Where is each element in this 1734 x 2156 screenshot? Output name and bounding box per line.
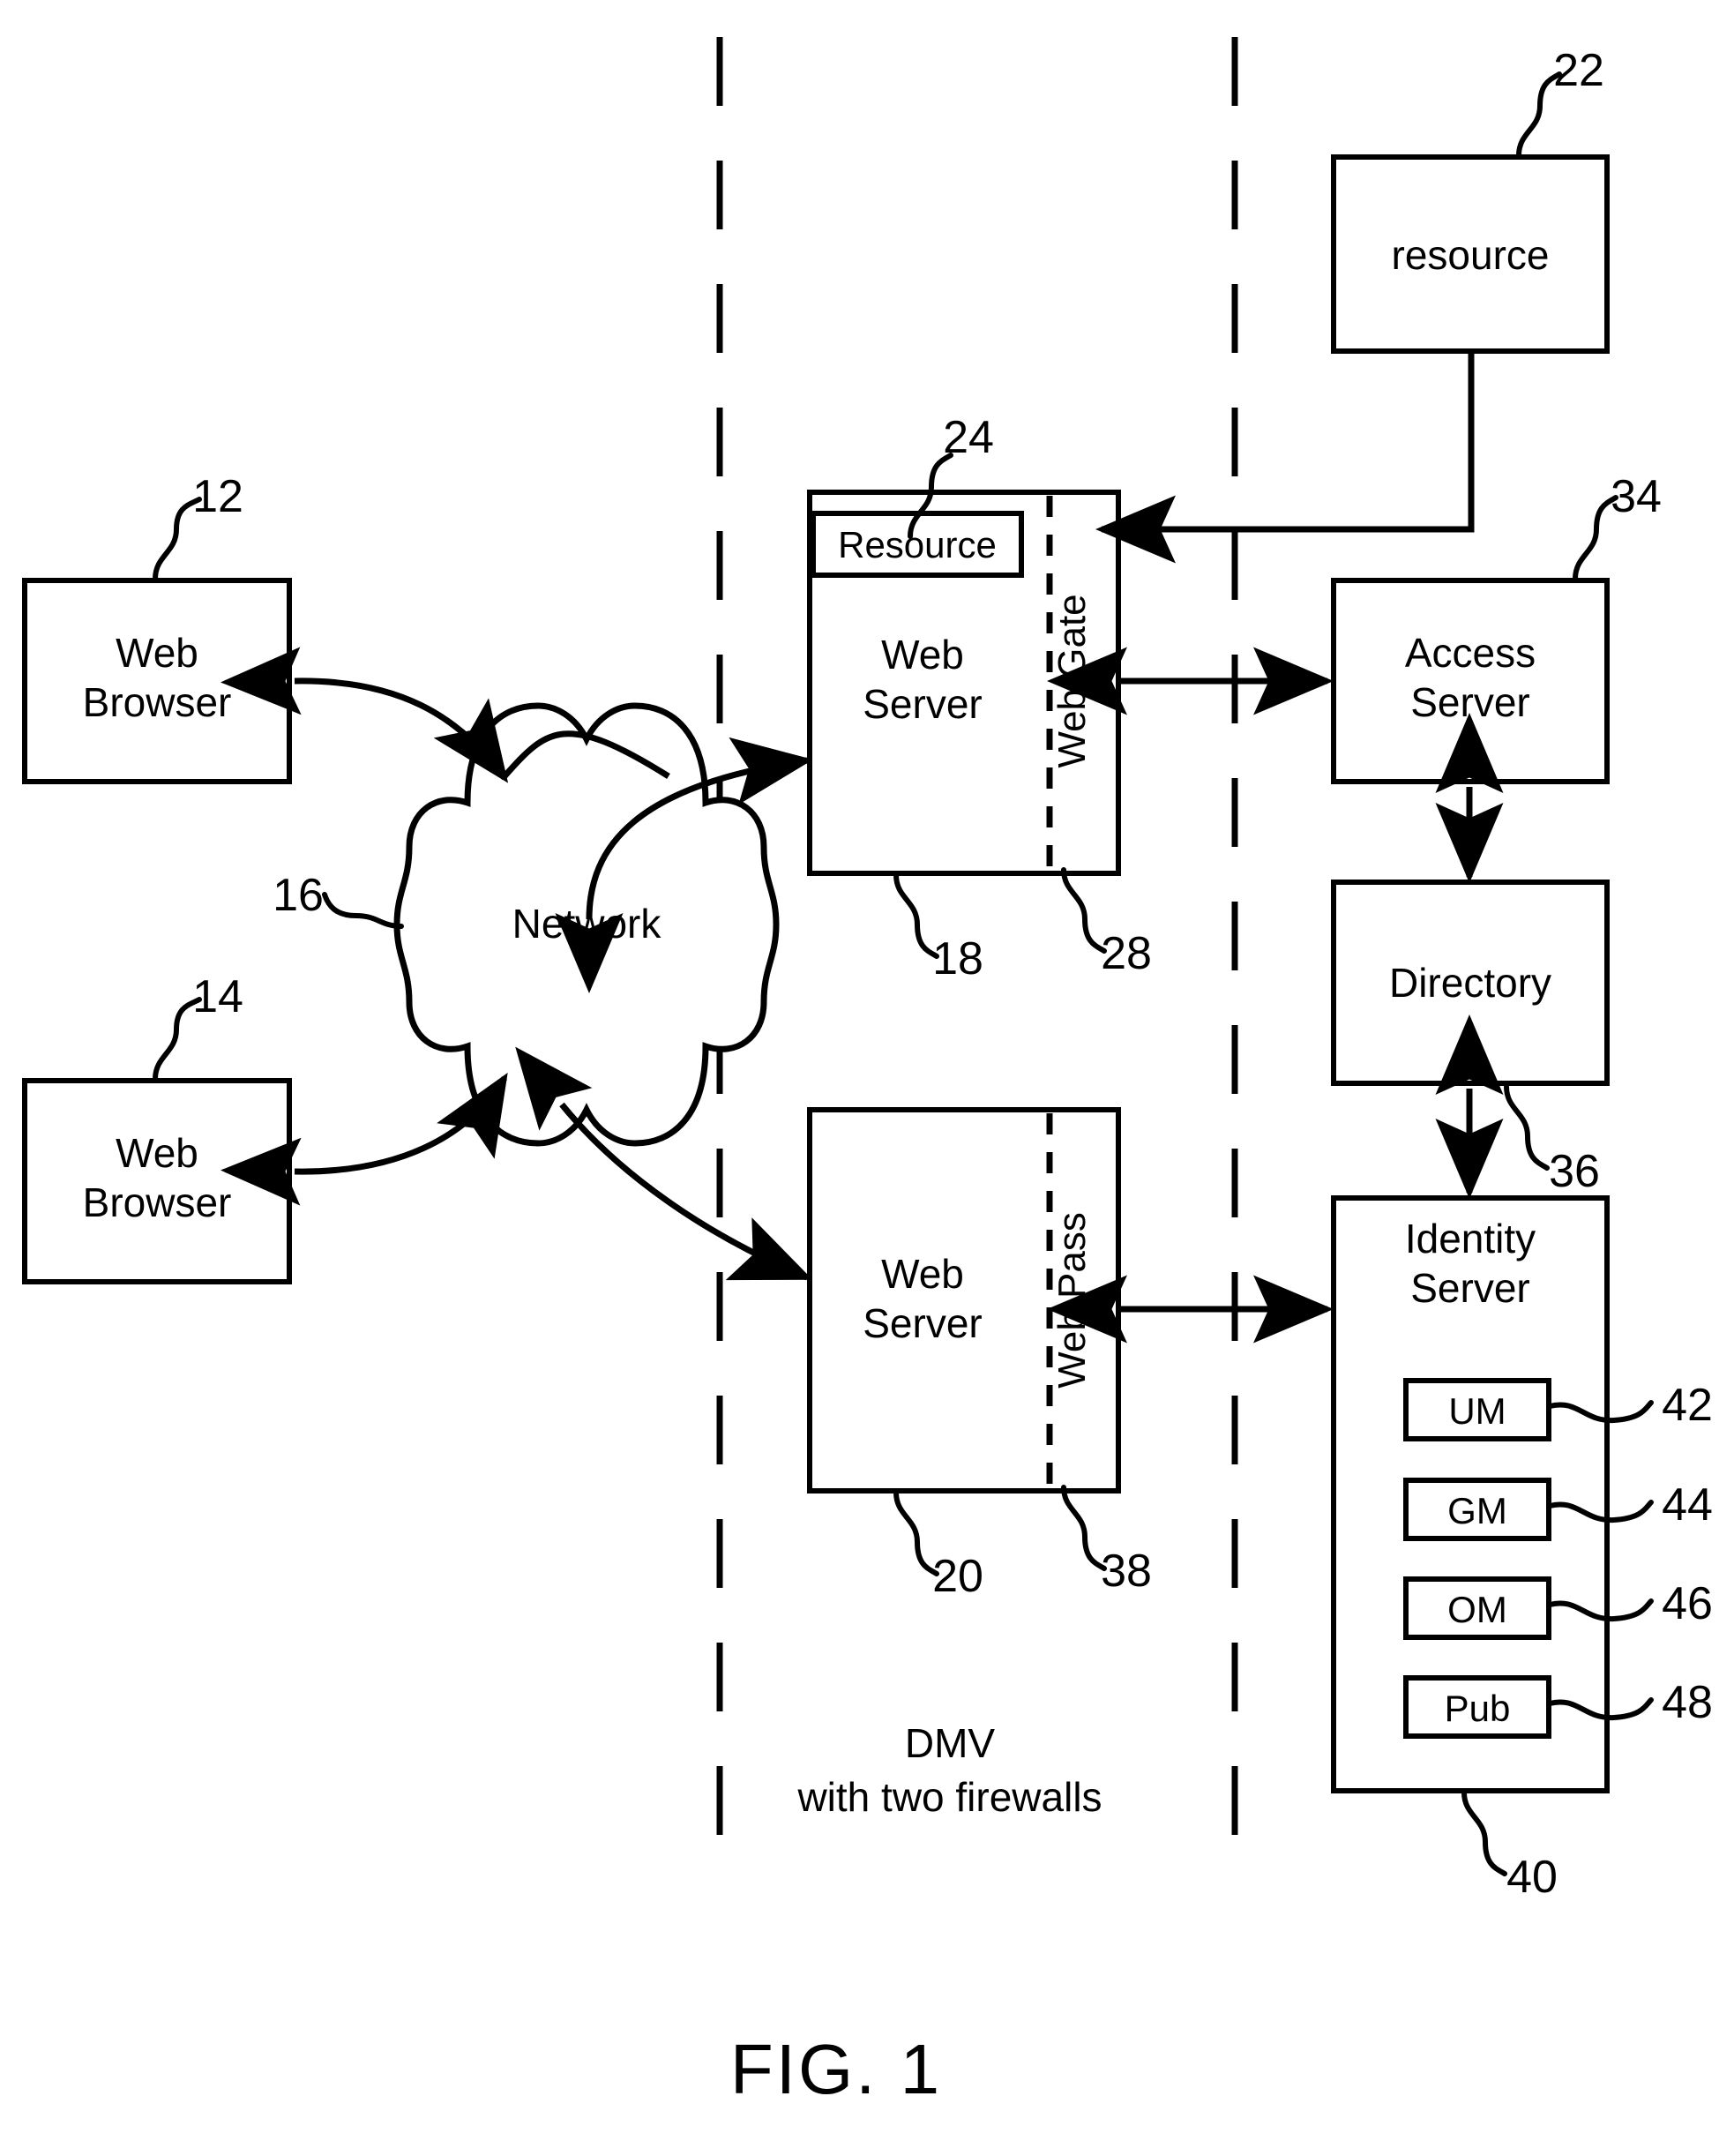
ref-22: 22 bbox=[1553, 45, 1604, 96]
ref-14: 14 bbox=[192, 971, 243, 1022]
ref-40: 40 bbox=[1506, 1852, 1558, 1903]
web-server-18-label-line2: Server bbox=[863, 681, 982, 727]
web-browser-14-label-line1: Web bbox=[116, 1130, 198, 1176]
web-server-20-label-line1: Web bbox=[881, 1251, 964, 1297]
ref-34: 34 bbox=[1611, 471, 1662, 522]
access-server-34-label-line1: Access bbox=[1405, 630, 1536, 676]
ref-36: 36 bbox=[1549, 1146, 1600, 1197]
web-pass-38-leader bbox=[1061, 1485, 1107, 1571]
ref-20: 20 bbox=[932, 1551, 983, 1602]
web-gate-28-leader bbox=[1061, 867, 1107, 954]
web-browser-12-label-line1: Web bbox=[116, 630, 198, 676]
resource-22-label: resource bbox=[1392, 232, 1550, 278]
ref-48: 48 bbox=[1662, 1677, 1713, 1728]
access-server-34-label-line2: Server bbox=[1410, 679, 1529, 725]
zone-label-line1: DMV bbox=[905, 1720, 996, 1766]
directory-36-leader bbox=[1504, 1084, 1550, 1171]
zone-label-line2: with two firewalls bbox=[796, 1774, 1102, 1820]
network-label: Network bbox=[512, 901, 662, 947]
web-server-18-label-line1: Web bbox=[881, 632, 964, 677]
web-server-20-leader bbox=[893, 1490, 939, 1576]
connector-resource22-to-webgate bbox=[1095, 351, 1475, 564]
gm-44-label: GM bbox=[1447, 1490, 1507, 1531]
resource-24-label: Resource bbox=[838, 524, 997, 565]
directory-36-label: Directory bbox=[1389, 960, 1551, 1006]
network-16-leader bbox=[322, 892, 404, 929]
um-42-label: UM bbox=[1448, 1390, 1506, 1432]
web-server-20-label-line2: Server bbox=[863, 1300, 982, 1346]
web-pass-label: Web Pass bbox=[1050, 1212, 1094, 1389]
ref-28: 28 bbox=[1101, 928, 1152, 979]
figure-caption: FIG. 1 bbox=[730, 2030, 942, 2108]
ref-42: 42 bbox=[1662, 1380, 1713, 1431]
ref-24: 24 bbox=[943, 412, 994, 463]
web-browser-14-label-line2: Browser bbox=[83, 1179, 232, 1225]
ref-12: 12 bbox=[192, 471, 243, 522]
ref-18: 18 bbox=[932, 933, 983, 984]
identity-server-40-label-line2: Server bbox=[1410, 1265, 1529, 1311]
ref-38: 38 bbox=[1101, 1546, 1152, 1597]
web-browser-12-label-line2: Browser bbox=[83, 679, 232, 725]
web-gate-label: Web Gate bbox=[1050, 594, 1094, 767]
om-46-label: OM bbox=[1447, 1589, 1507, 1630]
identity-server-40-leader bbox=[1461, 1790, 1507, 1876]
web-server-18-leader bbox=[893, 872, 939, 959]
pub-48-label: Pub bbox=[1445, 1688, 1511, 1729]
figure-1-diagram: Web Browser 12 Web Browser 14 Network 16… bbox=[22, 37, 1713, 2108]
identity-server-40-label-line1: Identity bbox=[1405, 1216, 1536, 1261]
ref-44: 44 bbox=[1662, 1479, 1713, 1531]
ref-46: 46 bbox=[1662, 1578, 1713, 1629]
ref-16: 16 bbox=[273, 870, 324, 921]
patent-figure-page: Web Browser 12 Web Browser 14 Network 16… bbox=[0, 0, 1734, 2156]
